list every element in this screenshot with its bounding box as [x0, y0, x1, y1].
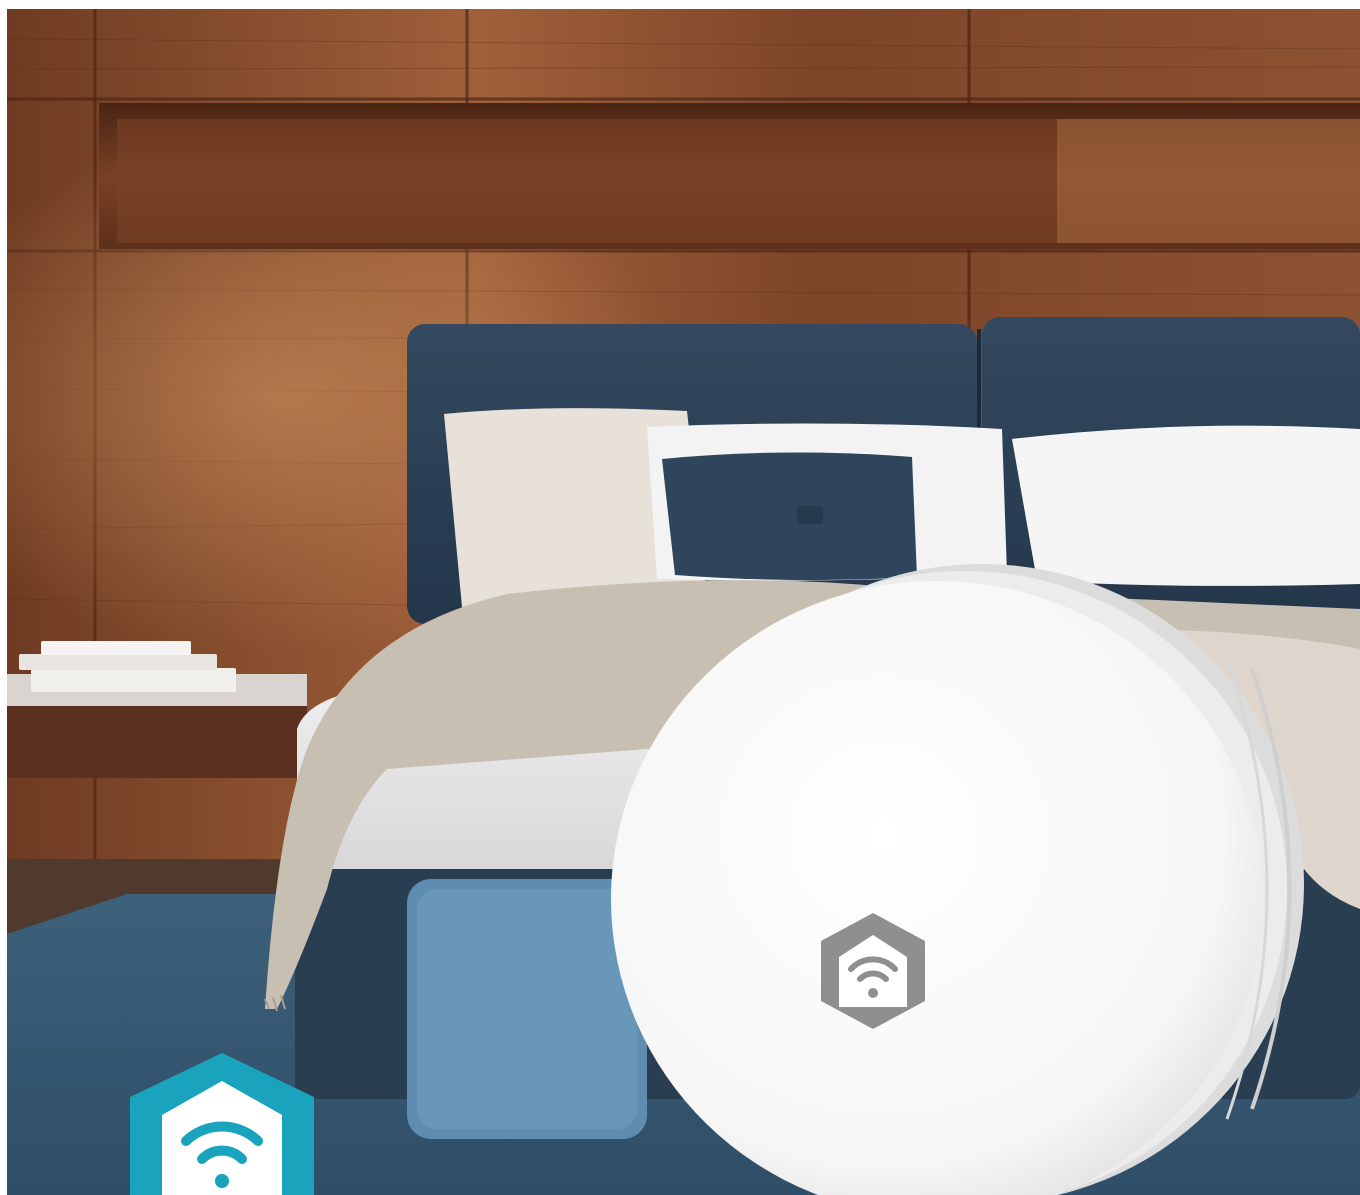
bedroom-scene — [7, 9, 1360, 1195]
product-photo — [7, 9, 1360, 1195]
page — [0, 0, 1360, 1195]
